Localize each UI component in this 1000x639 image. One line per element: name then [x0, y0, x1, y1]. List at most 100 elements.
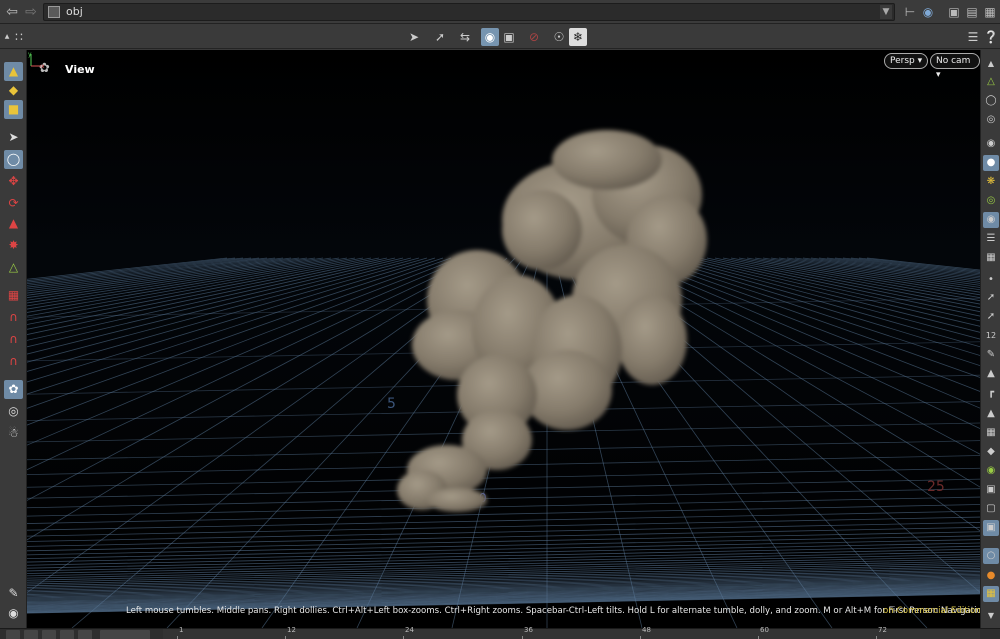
view-tool-icon[interactable]: ✿: [4, 380, 23, 399]
uv-display-icon[interactable]: ▲: [983, 366, 999, 382]
texture-icon[interactable]: ▦: [983, 425, 999, 441]
fog-icon[interactable]: ☰: [983, 231, 999, 247]
render-region-icon[interactable]: ◎: [4, 402, 23, 421]
geo-display-icon[interactable]: △: [983, 74, 999, 90]
alarm-icon[interactable]: ☉: [550, 28, 568, 46]
grid-label-right: 25: [927, 479, 945, 495]
point-display-icon[interactable]: •: [983, 272, 999, 288]
grid-dots-icon[interactable]: ∷: [10, 28, 28, 46]
path-text: obj: [66, 5, 83, 18]
scroll-down-icon[interactable]: ▼: [983, 608, 999, 624]
handle-pose-icon[interactable]: △: [4, 258, 23, 277]
flipbook-icon[interactable]: ☃: [4, 424, 23, 443]
timeline-tick-label: 48: [642, 626, 651, 634]
right-toolbar: ▲ △ ◯ ◎ ◉ ● ❋ ◎ ◉ ☰ ▦ • ➚ ➚ 12 ✎ ▲ ┏ ▲ ▦…: [980, 50, 1000, 628]
rotate-tool-icon[interactable]: ⟳: [4, 194, 23, 213]
scene-tool-icon[interactable]: ■: [4, 100, 23, 119]
layers-icon[interactable]: ▤: [964, 4, 980, 20]
timeline-tick-label: 72: [878, 626, 887, 634]
play-back-icon[interactable]: [24, 630, 38, 639]
headlight-icon[interactable]: ●: [983, 155, 999, 171]
shelf-sphere-icon[interactable]: ◉: [4, 604, 23, 623]
ambient-light-icon[interactable]: ◎: [983, 193, 999, 209]
grid-label-left: 5: [387, 396, 396, 412]
timeline-ruler[interactable]: 1 12 24 36 48 60 72: [163, 626, 980, 639]
projection-dropdown[interactable]: Persp ▾: [884, 53, 929, 69]
lock-display-icon[interactable]: ◯: [983, 93, 999, 109]
scroll-up-icon[interactable]: ▲: [983, 56, 999, 72]
select-arrow-icon[interactable]: ➤: [4, 128, 23, 147]
timeline-tick-label: 12: [287, 626, 296, 634]
bulb-icon[interactable]: ○: [983, 548, 999, 564]
edge-display-icon[interactable]: ┏: [983, 385, 999, 401]
snap-grid-icon[interactable]: ▦: [4, 286, 23, 305]
path-dropdown-icon[interactable]: ▼: [880, 5, 892, 19]
back-arrow-icon[interactable]: ⇦: [3, 3, 21, 21]
point-numbers-icon[interactable]: 12: [983, 328, 999, 344]
wire-icon[interactable]: ◆: [983, 444, 999, 460]
pose-tool-icon[interactable]: ◆: [4, 81, 23, 100]
left-toolbar: ▲ ◆ ■ ➤ ◯ ✥ ⟳ ▲ ✸ △ ▦ ∩ ∩ ∩ ✿ ◎ ☃ ✎ ◉: [0, 50, 27, 628]
scene-viewport[interactable]: 5 25 0 ✿ View Persp ▾ No cam ▾ y: [27, 50, 980, 628]
snap-point-icon[interactable]: ∩: [4, 330, 23, 349]
viewer-toolbar: ▲ ∷ ➤ ➚ ⇆ ◉ ▣ ⊘ ☉ ❄ ☰ ❔: [0, 25, 1000, 49]
edition-label: on-Commercial Edition: [883, 606, 980, 616]
link-toggle-icon[interactable]: ⇆: [456, 28, 474, 46]
shelf-pen-icon[interactable]: ✎: [4, 584, 23, 603]
status-hint: Left mouse tumbles. Middle pans. Right d…: [126, 606, 980, 616]
axis-gizmo: y x: [28, 51, 45, 70]
scene-canvas: 5 25 0: [27, 50, 980, 628]
scale-tool-icon[interactable]: ▲: [4, 214, 23, 233]
timeline-tick-label: 1: [179, 626, 184, 634]
help-icon[interactable]: ❔: [982, 28, 1000, 46]
handle-tool-icon[interactable]: ▲: [4, 62, 23, 81]
ghost-icon[interactable]: ◎: [983, 112, 999, 128]
light-icon[interactable]: ❋: [983, 174, 999, 190]
snowflake-icon[interactable]: ❄: [569, 28, 587, 46]
play-forward-icon[interactable]: [60, 630, 74, 639]
snap-multi-icon[interactable]: ∩: [4, 352, 23, 371]
snap-prim-icon[interactable]: ∩: [4, 308, 23, 327]
normal-display-icon[interactable]: ➚: [983, 290, 999, 306]
lock-icon[interactable]: ◯: [4, 150, 23, 169]
camera-dropdown[interactable]: No cam ▾: [930, 53, 980, 80]
prim-numbers-icon[interactable]: ✎: [983, 347, 999, 363]
move-tool-icon[interactable]: ✥: [4, 172, 23, 191]
pane-menu-icon[interactable]: ▦: [982, 4, 998, 20]
smooth-shade-icon[interactable]: ◉: [983, 463, 999, 479]
path-bar: ⇦ ⇨ obj ▼ ⊢ ◉ ▣ ▤ ▦: [0, 0, 1000, 24]
svg-text:x: x: [41, 63, 45, 70]
play-stop-icon[interactable]: [42, 630, 56, 639]
timeline-tick-label: 24: [405, 626, 414, 634]
stop-icon[interactable]: ⊘: [525, 28, 543, 46]
projection-label: Persp: [890, 56, 915, 66]
frame-field[interactable]: [100, 630, 150, 639]
bound-box-icon[interactable]: ▣: [983, 482, 999, 498]
background-icon[interactable]: ▦: [983, 250, 999, 266]
view-frame-icon[interactable]: ▣: [500, 28, 518, 46]
display-options-icon[interactable]: ☰: [964, 28, 982, 46]
camera-view-icon[interactable]: ◉: [481, 28, 499, 46]
vertex-normal-icon[interactable]: ➚: [983, 309, 999, 325]
warning-icon[interactable]: ●: [983, 568, 999, 584]
viewport-title: View: [65, 63, 95, 76]
shade-mode-icon[interactable]: ▲: [983, 406, 999, 422]
play-first-icon[interactable]: [6, 630, 20, 639]
sphere-shade-icon[interactable]: ◉: [983, 136, 999, 152]
timeline-bar: 1 12 24 36 48 60 72: [0, 626, 1000, 639]
link-icon[interactable]: ◉: [920, 4, 936, 20]
bone-tool-icon[interactable]: ✸: [4, 236, 23, 255]
play-last-icon[interactable]: [78, 630, 92, 639]
forward-arrow-icon[interactable]: ⇨: [22, 3, 40, 21]
camera-mask-icon[interactable]: ▣: [983, 520, 999, 536]
viewport-layout-icon[interactable]: ▦: [983, 586, 999, 602]
path-field[interactable]: obj ▼: [43, 3, 895, 21]
timeline-tick-label: 36: [524, 626, 533, 634]
svg-text:y: y: [28, 51, 32, 58]
select-snap-icon[interactable]: ➤: [405, 28, 423, 46]
hidden-line-icon[interactable]: ▢: [983, 501, 999, 517]
cube-icon[interactable]: ▣: [946, 4, 962, 20]
pin-icon[interactable]: ⊢: [902, 4, 918, 20]
shadow-icon[interactable]: ◉: [983, 212, 999, 228]
light-link-icon[interactable]: ➚: [431, 28, 449, 46]
